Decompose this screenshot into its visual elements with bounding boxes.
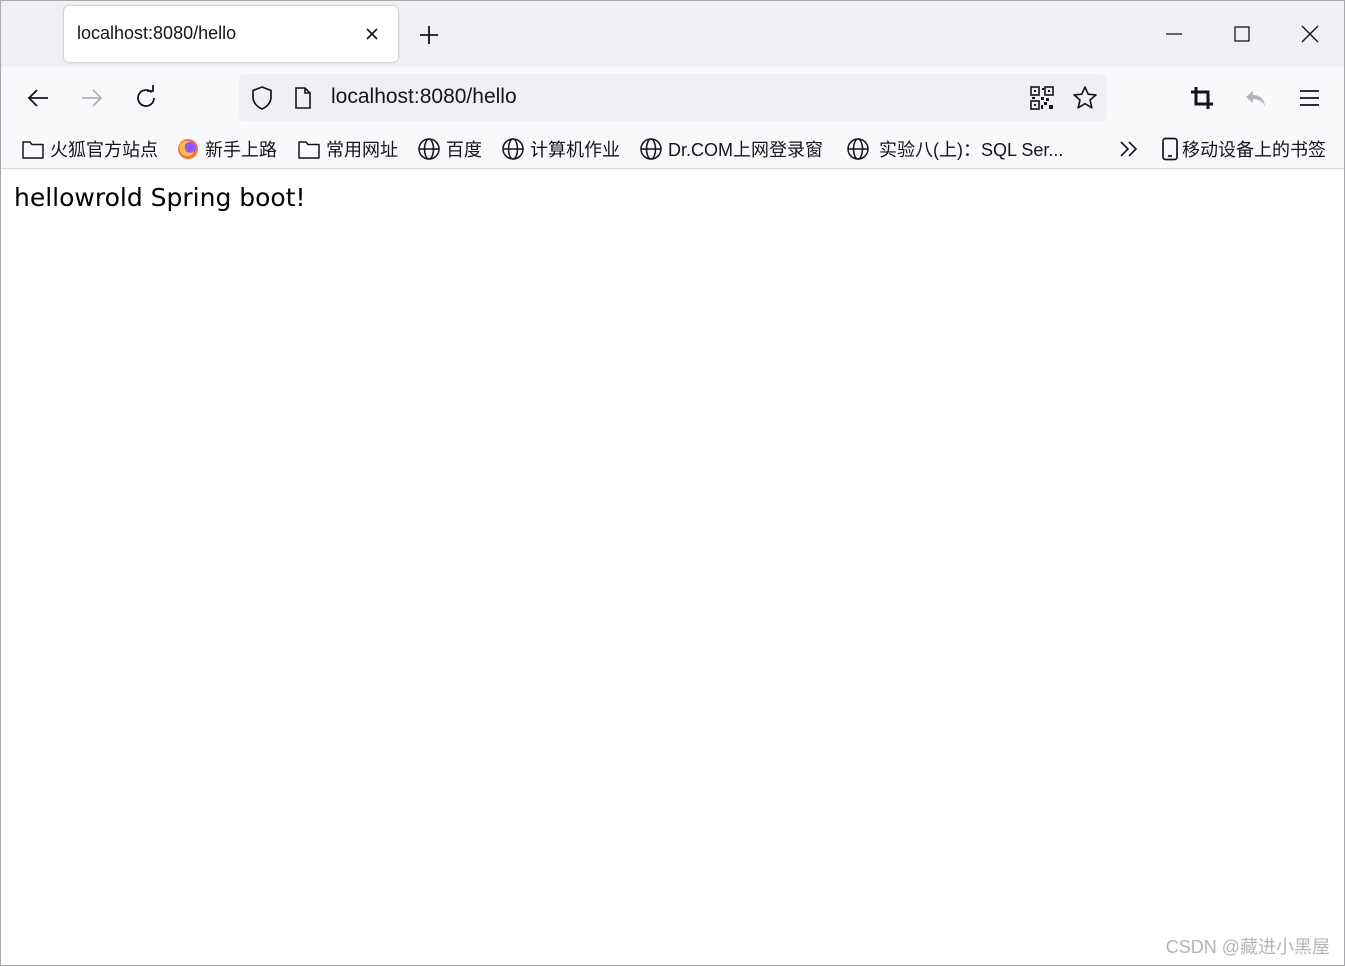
bookmark-label: 百度 bbox=[446, 140, 482, 160]
bookmarks-toolbar: 火狐官方站点 新手上路 常用网址 百度 计算机作业 Dr.COM上网登录窗 实验… bbox=[1, 129, 1344, 169]
bookmark-getting-started[interactable]: 新手上路 bbox=[176, 136, 277, 162]
back-button[interactable] bbox=[23, 83, 53, 113]
folder-icon bbox=[298, 141, 320, 159]
bookmark-cs-homework[interactable]: 计算机作业 bbox=[501, 136, 620, 162]
reload-icon bbox=[137, 85, 155, 107]
navigation-toolbar: localhost:8080/hello bbox=[1, 67, 1344, 129]
url-bar[interactable]: localhost:8080/hello bbox=[239, 74, 1107, 121]
plus-icon bbox=[420, 26, 438, 44]
bookmarks-overflow-button[interactable] bbox=[1117, 136, 1146, 162]
tab-title: localhost:8080/hello bbox=[77, 23, 237, 43]
new-tab-button[interactable] bbox=[417, 23, 441, 47]
qr-code-icon[interactable] bbox=[1030, 86, 1054, 110]
reload-button[interactable] bbox=[131, 83, 161, 113]
bookmark-sql-experiment[interactable]: 实验八(上)：SQL Ser... bbox=[846, 136, 1063, 162]
undo-button[interactable] bbox=[1241, 83, 1271, 113]
menu-button[interactable] bbox=[1295, 83, 1325, 113]
bookmark-label: 常用网址 bbox=[326, 140, 398, 160]
undo-icon bbox=[1246, 91, 1265, 106]
back-arrow-icon bbox=[27, 89, 48, 107]
bookmark-baidu[interactable]: 百度 bbox=[417, 136, 482, 162]
mobile-bookmarks-label: 移动设备上的书签 bbox=[1182, 140, 1326, 160]
globe-icon bbox=[847, 138, 869, 160]
bookmark-label: Dr.COM上网登录窗 bbox=[668, 140, 823, 160]
globe-icon bbox=[502, 138, 524, 160]
bookmark-label: 新手上路 bbox=[205, 140, 277, 160]
minimize-button[interactable] bbox=[1161, 21, 1187, 47]
folder-icon bbox=[22, 141, 44, 159]
close-window-icon bbox=[1301, 25, 1319, 43]
mobile-bookmarks-button[interactable]: 移动设备上的书签 bbox=[1161, 136, 1326, 162]
bookmark-drcom-login[interactable]: Dr.COM上网登录窗 bbox=[639, 136, 823, 162]
minimize-icon bbox=[1166, 33, 1182, 35]
shield-icon[interactable] bbox=[250, 85, 274, 111]
tab-strip: localhost:8080/hello bbox=[1, 1, 1344, 67]
close-window-button[interactable] bbox=[1297, 21, 1323, 47]
globe-icon bbox=[418, 138, 440, 160]
bookmark-label: 实验八(上)：SQL Ser... bbox=[879, 140, 1064, 160]
csdn-watermark: CSDN @藏进小黑屋 bbox=[1165, 937, 1330, 957]
double-chevron-right-icon bbox=[1120, 141, 1138, 157]
bookmark-label: 火狐官方站点 bbox=[50, 140, 158, 160]
hamburger-menu-icon bbox=[1300, 90, 1319, 106]
bookmark-common-sites[interactable]: 常用网址 bbox=[297, 136, 398, 162]
forward-arrow-icon bbox=[82, 89, 103, 107]
browser-window: localhost:8080/hello localhost:8080/hell… bbox=[0, 0, 1345, 966]
tab-active[interactable]: localhost:8080/hello bbox=[64, 6, 398, 62]
page-icon[interactable] bbox=[293, 86, 313, 110]
firefox-icon bbox=[178, 139, 198, 159]
globe-icon bbox=[640, 138, 662, 160]
close-icon[interactable] bbox=[362, 24, 382, 44]
bookmark-label: 计算机作业 bbox=[530, 140, 620, 160]
url-text[interactable]: localhost:8080/hello bbox=[331, 85, 517, 109]
star-icon[interactable] bbox=[1072, 85, 1098, 111]
forward-button[interactable] bbox=[77, 83, 107, 113]
maximize-button[interactable] bbox=[1229, 21, 1255, 47]
screenshot-button[interactable] bbox=[1187, 83, 1217, 113]
bookmark-firefox-official[interactable]: 火狐官方站点 bbox=[21, 136, 158, 162]
mobile-icon bbox=[1162, 137, 1178, 161]
page-body-text: hellowrold Spring boot! bbox=[14, 183, 306, 212]
maximize-icon bbox=[1234, 26, 1250, 42]
crop-icon bbox=[1191, 87, 1213, 109]
page-content: hellowrold Spring boot! CSDN @藏进小黑屋 bbox=[1, 170, 1344, 965]
